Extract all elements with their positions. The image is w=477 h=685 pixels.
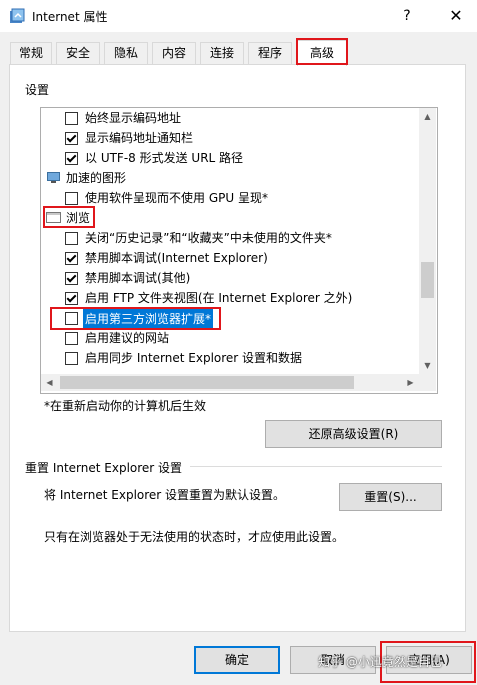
group-divider [190,466,442,467]
scroll-up-icon[interactable]: ▲ [419,108,436,125]
list-item-label: 启用 FTP 文件夹视图(在 Internet Explorer 之外) [85,291,353,305]
scroll-down-icon[interactable]: ▼ [419,357,436,374]
watermark: 知乎 @小迅竟然是自己 [318,655,442,669]
tab-content[interactable]: 内容 [152,42,196,64]
list-item-label: 禁用脚本调试(Internet Explorer) [85,251,268,265]
list-item-label: 关闭“历史记录”和“收藏夹”中未使用的文件夹* [85,231,332,245]
annotation-box-extensions [50,307,221,330]
checkbox[interactable] [65,192,78,205]
ok-button[interactable]: 确定 [194,646,280,674]
vertical-scrollbar[interactable] [419,108,436,376]
tab-connections[interactable]: 连接 [200,42,244,64]
tab-security[interactable]: 安全 [56,42,100,64]
horizontal-scroll-thumb[interactable] [60,376,354,389]
list-item-label: 以 UTF-8 形式发送 URL 路径 [85,151,244,165]
vertical-scroll-thumb[interactable] [421,262,434,298]
tab-general[interactable]: 常规 [10,42,52,64]
list-item-label: 显示编码地址通知栏 [85,131,194,145]
tab-privacy[interactable]: 隐私 [104,42,148,64]
scrollbar-corner [419,374,436,391]
scroll-right-icon[interactable]: ▶ [402,374,419,391]
list-item-label: 启用建议的网站 [85,331,170,345]
reset-description: 将 Internet Explorer 设置重置为默认设置。 [44,488,286,502]
internet-options-icon [10,8,25,23]
reset-group-label: 重置 Internet Explorer 设置 [25,461,183,475]
list-item-label: 始终显示编码地址 [85,111,182,125]
close-button[interactable]: ✕ [436,0,476,32]
checkbox[interactable] [65,352,78,365]
tab-programs[interactable]: 程序 [248,42,292,64]
scroll-left-icon[interactable]: ◀ [41,374,58,391]
reset-note: 只有在浏览器处于无法使用的状态时，才应使用此设置。 [44,530,345,544]
annotation-box-browse [43,206,95,228]
checkbox[interactable] [65,232,78,245]
checkbox-checked[interactable] [65,252,78,265]
restart-note: *在重新启动你的计算机后生效 [44,399,207,413]
reset-button[interactable]: 重置(S)... [339,483,442,511]
window-title: Internet 属性 [32,10,108,24]
settings-label: 设置 [25,83,50,97]
category-label: 加速的图形 [66,171,127,185]
checkbox-checked[interactable] [65,272,78,285]
list-item-label: 禁用脚本调试(其他) [85,271,191,285]
checkbox[interactable] [65,332,78,345]
checkbox-checked[interactable] [65,292,78,305]
restore-advanced-button[interactable]: 还原高级设置(R) [265,420,442,448]
list-item-label: 使用软件呈现而不使用 GPU 呈现* [85,191,268,205]
annotation-box-advanced-tab [296,38,348,65]
help-button[interactable]: ? [392,0,422,32]
checkbox[interactable] [65,112,78,125]
settings-list[interactable]: 始终显示编码地址 显示编码地址通知栏 以 UTF-8 形式发送 URL 路径 加… [40,107,438,394]
checkbox-checked[interactable] [65,132,78,145]
list-item-label: 启用同步 Internet Explorer 设置和数据 [85,351,303,365]
checkbox-checked[interactable] [65,152,78,165]
monitor-icon [47,172,60,183]
